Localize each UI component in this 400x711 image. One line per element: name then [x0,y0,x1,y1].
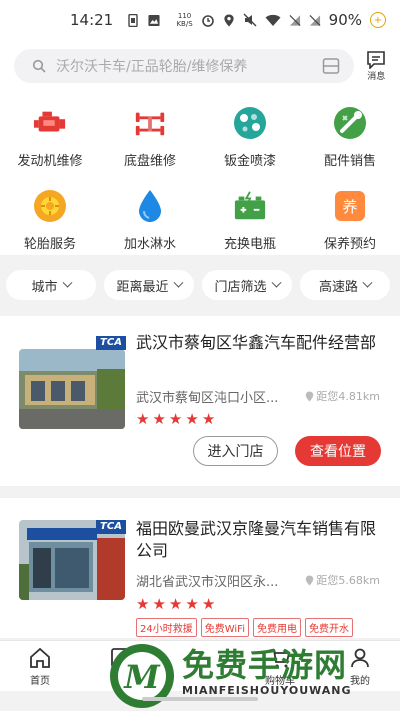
store-card[interactable]: TCA 武汉市蔡甸区华鑫汽车配件经营部 武汉市蔡甸区沌口小区... 距您4.81… [0,316,400,486]
service-chassis-repair[interactable]: 底盘维修 [100,92,200,175]
service-battery[interactable]: 充换电瓶 [200,175,300,255]
service-parts-sales[interactable]: 配件销售 [300,92,400,175]
store-photo [19,349,125,429]
store-distance: 距您5.68km [305,572,380,588]
star-icon: ★ [168,410,183,428]
alarm-icon [201,15,214,27]
user-icon [351,648,369,668]
tca-badge: TCA [96,336,126,350]
store-distance: 距您4.81km [305,388,380,404]
paint-icon [233,106,267,140]
star-icon: ★ [136,410,150,428]
chevron-down-icon [271,277,281,288]
service-grid: 发动机维修 底盘维修 钣金喷漆 配件销售 轮胎服务 加水淋水 充换电瓶 养 保养… [0,92,400,255]
home-icon [30,647,50,668]
tag-free-power: 免费用电 [252,618,301,637]
star-icon: ★ [185,410,199,428]
mute-icon [243,13,257,27]
store-address: 武汉市蔡甸区沌口小区... [136,391,279,406]
status-bar: 14:21 110 KB/S 90% + [0,0,400,40]
tire-icon [33,189,67,223]
nav-cart[interactable]: 购物车 [240,641,320,691]
service-engine-repair[interactable]: 发动机维修 [0,92,100,175]
service-paint[interactable]: 钣金喷漆 [200,92,300,175]
net-speed: 110 KB/S [176,12,193,28]
search-row: 沃尔沃卡车/正品轮胎/维修保养 消息 [0,40,400,92]
star-icon: ★ [152,410,166,428]
bottom-nav: 首页 订 购物车 我的 [0,640,400,691]
search-icon [32,59,46,73]
battery-icon [233,189,267,223]
chevron-down-icon [362,277,373,288]
location-pin-icon [306,391,314,401]
filter-store[interactable]: 门店筛选 [202,270,292,300]
order-icon [111,648,129,668]
service-tire[interactable]: 轮胎服务 [0,175,100,255]
tag-free-wifi: 免费WiFi [200,618,249,637]
home-indicator [142,697,258,701]
chevron-down-icon [173,277,183,288]
filter-bar: 城市 距离最近 门店筛选 高速路 [0,262,400,308]
store-card[interactable]: TCA 福田欧曼武汉京隆曼汽车销售有限公司 湖北省武汉市汉阳区永... 距您5.… [0,498,400,638]
filter-distance[interactable]: 距离最近 [104,270,194,300]
filter-highway[interactable]: 高速路 [300,270,390,300]
battery-saver-icon: + [370,12,386,28]
star-icon: ★ [201,595,216,613]
store-rating: ★ ★ ★ ★ ★ [136,597,215,612]
gallery-icon [148,14,160,26]
maintenance-icon: 养 [333,189,367,223]
water-icon [133,189,167,223]
location-pin-icon [306,575,314,585]
cart-icon [271,649,291,668]
message-icon [367,50,386,69]
search-input[interactable]: 沃尔沃卡车/正品轮胎/维修保养 [14,49,355,83]
scan-icon[interactable] [322,58,340,74]
search-placeholder: 沃尔沃卡车/正品轮胎/维修保养 [56,59,248,75]
maintenance-glyph: 养 [342,198,357,216]
filter-city[interactable]: 城市 [6,270,96,300]
store-name[interactable]: 福田欧曼武汉京隆曼汽车销售有限公司 [136,518,386,562]
message-button[interactable]: 消息 [362,50,390,82]
store-name[interactable]: 武汉市蔡甸区华鑫汽车配件经营部 [136,332,386,354]
no-signal-icon-2 [309,14,321,26]
store-address: 湖北省武汉市汉阳区永... [136,575,279,590]
tca-badge: TCA [96,520,126,534]
no-signal-icon [289,14,301,26]
store-rating: ★ ★ ★ ★ ★ [136,412,215,427]
nav-mine[interactable]: 我的 [320,641,400,691]
chassis-icon [133,106,167,140]
chevron-down-icon [62,277,72,288]
store-tags: 24小时救援 免费WiFi 免费用电 免费开水 [136,618,353,637]
star-icon: ★ [136,595,150,613]
status-time: 14:21 [70,11,114,29]
tag-free-water: 免费开水 [304,618,353,637]
nav-orders[interactable]: 订 [80,641,160,691]
service-maintenance[interactable]: 养 保养预约 [300,175,400,255]
tag-24h-rescue: 24小时救援 [136,618,197,637]
service-water[interactable]: 加水淋水 [100,175,200,255]
view-location-button[interactable]: 查看位置 [295,436,381,466]
star-icon: ★ [152,595,166,613]
sim-icon [128,13,138,27]
wifi-icon [265,14,281,26]
engine-icon [33,106,67,140]
battery-percent: 90% [328,11,362,29]
star-icon: ★ [201,410,216,428]
location-icon [224,13,234,27]
message-label: 消息 [367,71,386,82]
star-icon: ★ [185,595,199,613]
parts-icon [333,106,367,140]
nav-home[interactable]: 首页 [0,641,80,691]
star-icon: ★ [168,595,183,613]
enter-store-button[interactable]: 进入门店 [193,436,278,466]
